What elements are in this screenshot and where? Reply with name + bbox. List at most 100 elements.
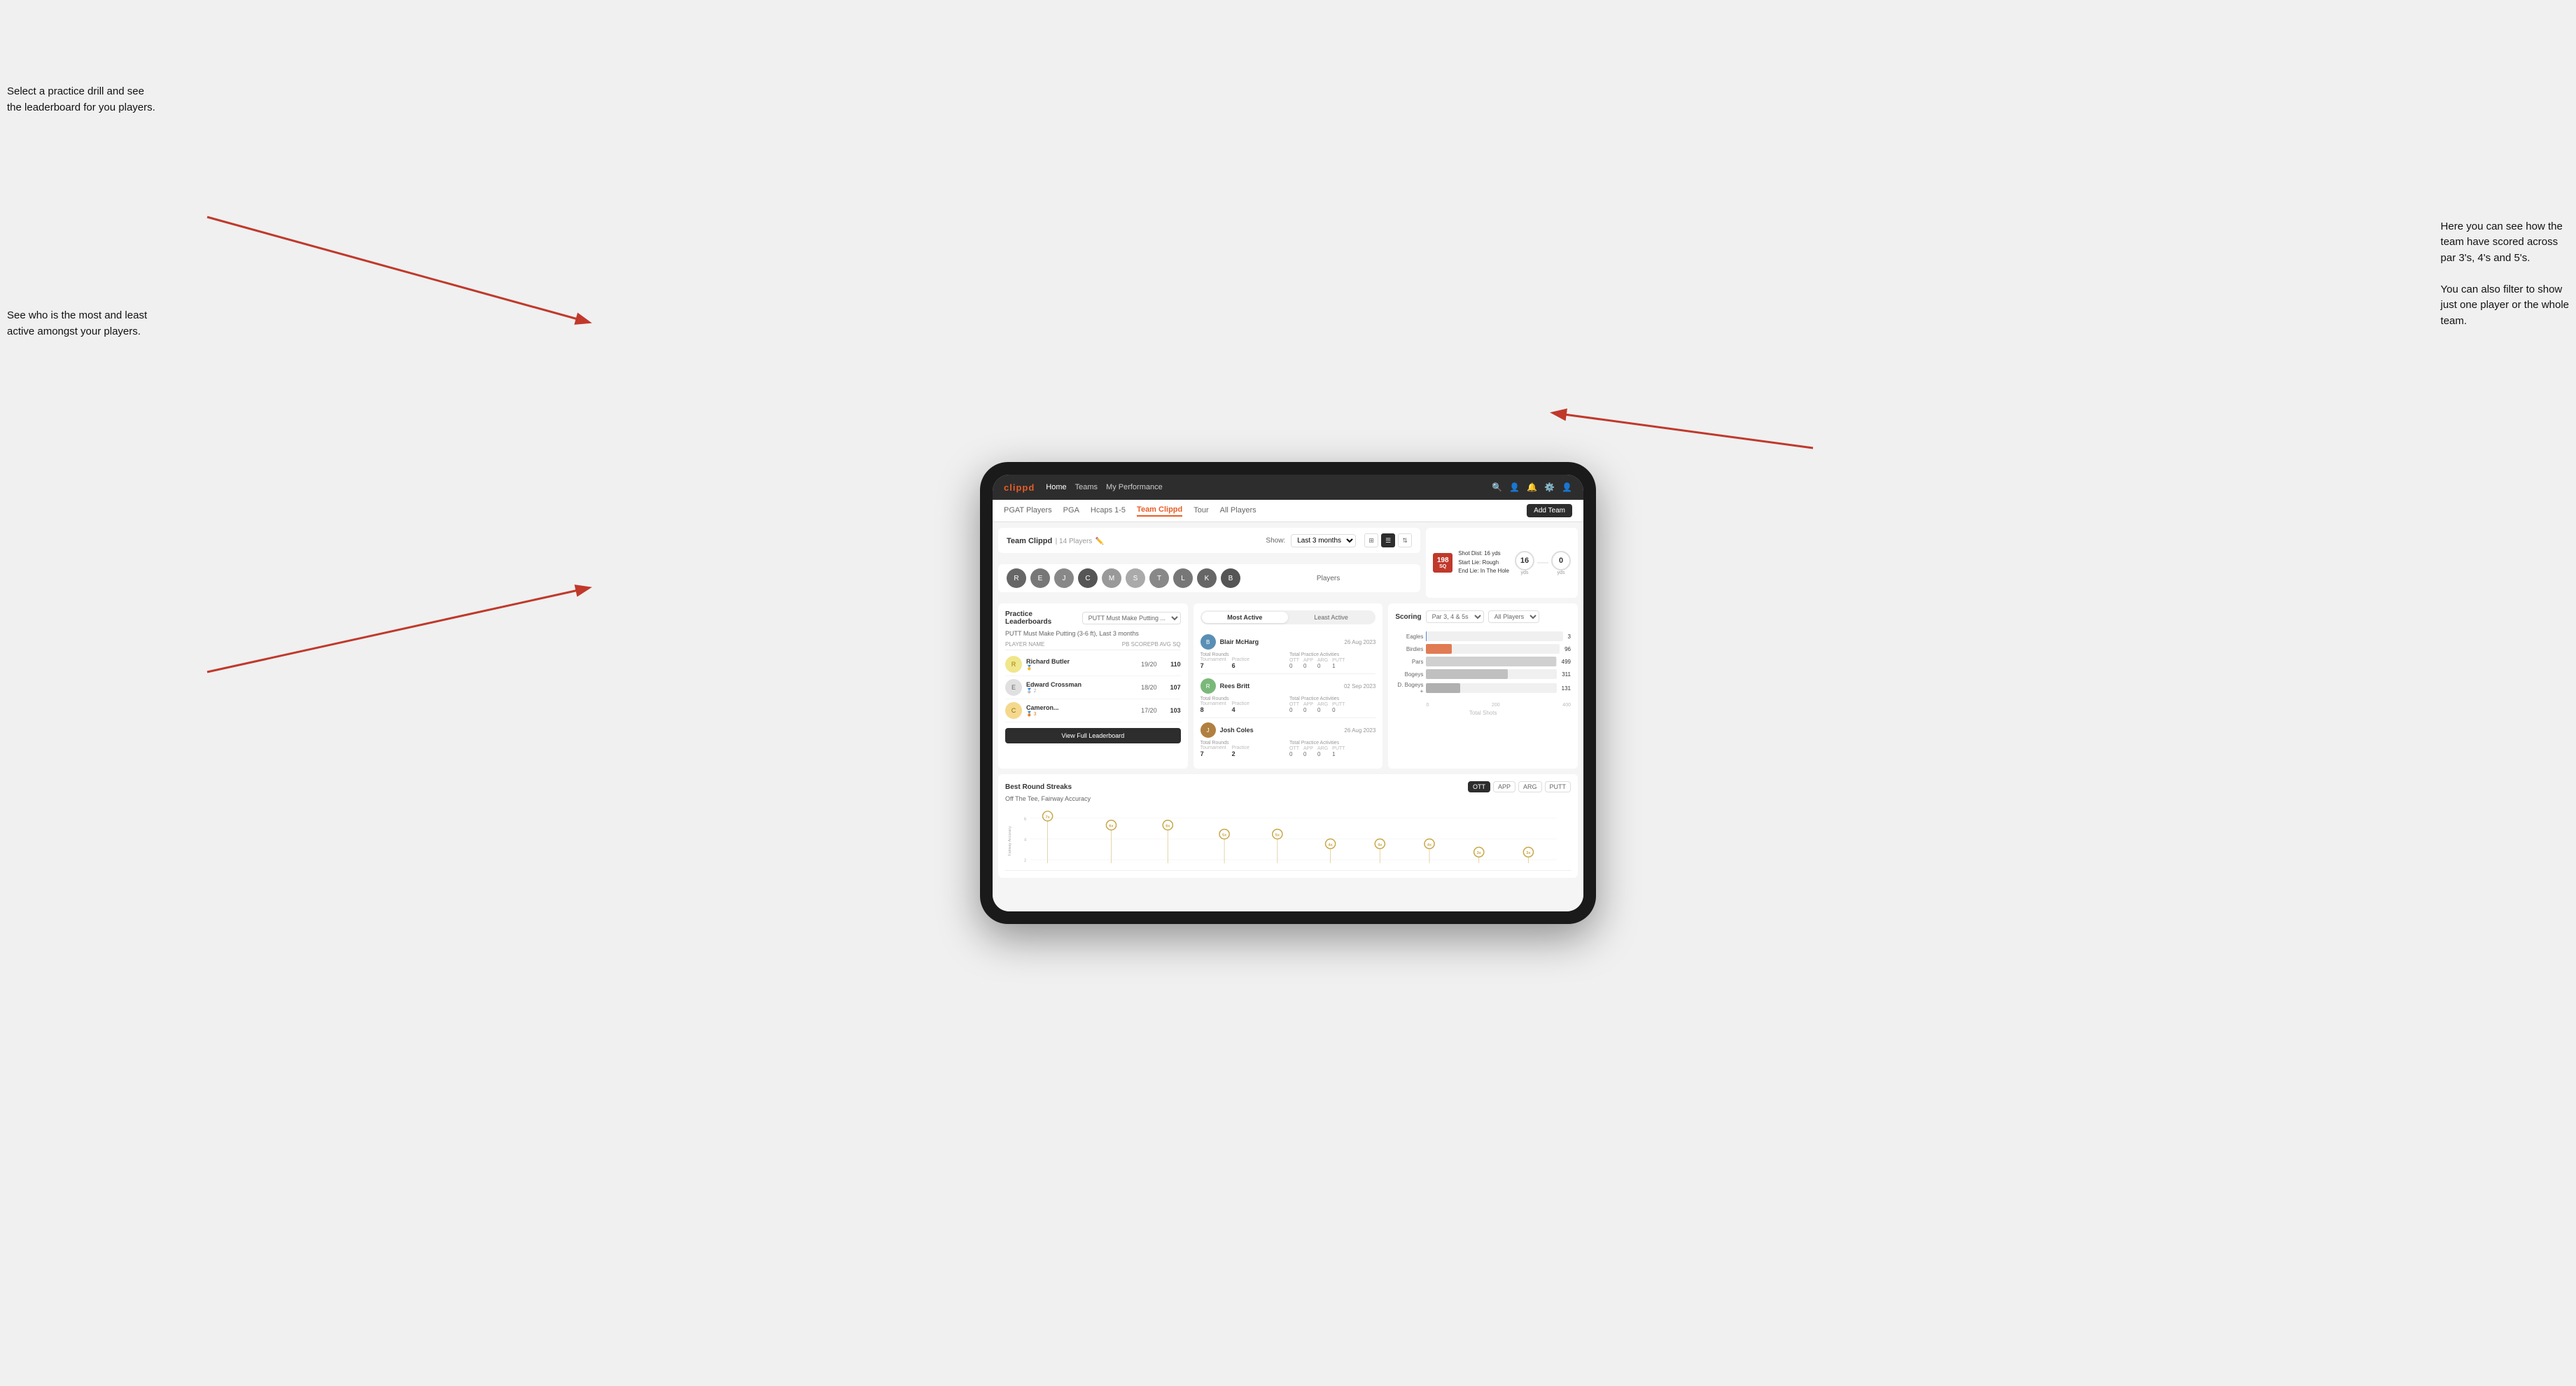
nav-bar: clippd Home Teams My Performance 🔍 👤 🔔 ⚙… xyxy=(993,475,1583,500)
scoring-par-filter[interactable]: Par 3, 4 & 5s Par 3s Par 4s Par 5s xyxy=(1426,610,1484,623)
activity-avatar-1: B xyxy=(1200,634,1216,650)
practice-leaderboard-panel: Practice Leaderboards PUTT Must Make Put… xyxy=(998,603,1188,769)
add-team-button[interactable]: Add Team xyxy=(1527,504,1572,517)
player-info-1: Richard Butler 🥇 xyxy=(1026,658,1137,671)
score-circle-1: 16 yds xyxy=(1515,551,1534,575)
bar-chart: Eagles 3 Birdies 96 xyxy=(1395,629,1571,700)
players-label: Players xyxy=(1317,575,1340,582)
list-view-btn[interactable]: ☰ xyxy=(1381,533,1395,547)
svg-text:5x: 5x xyxy=(1222,834,1227,838)
streak-chart: 6 4 2 7x xyxy=(1005,808,1571,871)
user-icon[interactable]: 👤 xyxy=(1509,482,1520,492)
tab-tour[interactable]: Tour xyxy=(1194,506,1208,516)
activity-stats-3: Total Rounds Tournament 7 Practice 2 xyxy=(1200,741,1376,757)
activity-avatar-2: R xyxy=(1200,678,1216,694)
annotation-right: Here you can see how the team have score… xyxy=(2441,203,2569,329)
activity-name-1: Blair McHarg xyxy=(1220,638,1340,645)
scoring-header: Scoring Par 3, 4 & 5s Par 3s Par 4s Par … xyxy=(1395,610,1571,623)
player-avatar-2: E xyxy=(1005,679,1022,696)
show-select[interactable]: Last 3 months Last month Last 6 months L… xyxy=(1291,534,1356,547)
best-rounds-subtitle: Off The Tee, Fairway Accuracy xyxy=(1005,795,1571,802)
avatar-icon[interactable]: 👤 xyxy=(1562,482,1572,492)
tab-team-clippd[interactable]: Team Clippd xyxy=(1137,505,1182,517)
bell-icon[interactable]: 🔔 xyxy=(1527,482,1537,492)
tab-bar: PGAT Players PGA Hcaps 1-5 Team Clippd T… xyxy=(993,500,1583,522)
tab-pgat[interactable]: PGAT Players xyxy=(1004,506,1052,516)
avatar-3: J xyxy=(1054,568,1074,588)
bottom-header: Best Round Streaks OTT APP ARG PUTT xyxy=(1005,781,1571,792)
settings-icon[interactable]: ⚙️ xyxy=(1544,482,1555,492)
chart-axis: 0 200 400 xyxy=(1395,703,1571,708)
tab-hcaps[interactable]: Hcaps 1-5 xyxy=(1091,506,1126,516)
avatar-2: E xyxy=(1030,568,1050,588)
nav-links: Home Teams My Performance xyxy=(1046,483,1162,491)
tab-all-players[interactable]: All Players xyxy=(1220,506,1256,516)
panel-header: Practice Leaderboards PUTT Must Make Put… xyxy=(1005,610,1181,626)
least-active-toggle[interactable]: Least Active xyxy=(1288,612,1374,623)
bar-pars: Pars 499 xyxy=(1395,657,1571,666)
avatar-10: B xyxy=(1221,568,1240,588)
player-info-3: Cameron... 🥉 3 xyxy=(1026,704,1137,717)
svg-text:3x: 3x xyxy=(1526,851,1531,855)
player-avatar-3: C xyxy=(1005,702,1022,719)
view-leaderboard-button[interactable]: View Full Leaderboard xyxy=(1005,728,1181,743)
filter-ott[interactable]: OTT xyxy=(1468,781,1490,792)
score-info: Shot Dist: 16 yds Start Lie: Rough End L… xyxy=(1458,550,1509,576)
svg-text:6x: 6x xyxy=(1109,825,1114,829)
score-red-box: 198 SQ xyxy=(1433,553,1452,573)
main-content: Team Clippd | 14 Players ✏️ Show: Last 3… xyxy=(993,522,1583,911)
avatar-7: T xyxy=(1149,568,1169,588)
svg-text:6: 6 xyxy=(1024,818,1027,822)
svg-text:7x: 7x xyxy=(1046,816,1051,820)
leaderboard-title: Practice Leaderboards xyxy=(1005,610,1078,626)
svg-text:2: 2 xyxy=(1024,859,1027,863)
bar-dbogeys: D. Bogeys + 131 xyxy=(1395,682,1571,694)
nav-icons: 🔍 👤 🔔 ⚙️ 👤 xyxy=(1492,482,1572,492)
svg-text:4: 4 xyxy=(1024,839,1027,843)
tab-pga[interactable]: PGA xyxy=(1063,506,1079,516)
nav-performance[interactable]: My Performance xyxy=(1106,483,1163,491)
most-active-toggle[interactable]: Most Active xyxy=(1202,612,1288,623)
avatar-9: K xyxy=(1197,568,1217,588)
avatar-8: L xyxy=(1173,568,1193,588)
activity-player-1: B Blair McHarg 26 Aug 2023 Total Rounds … xyxy=(1200,630,1376,674)
activity-player-2-header: R Rees Britt 02 Sep 2023 xyxy=(1200,678,1376,694)
filter-putt[interactable]: PUTT xyxy=(1545,781,1572,792)
nav-teams[interactable]: Teams xyxy=(1075,483,1098,491)
scoring-title: Scoring xyxy=(1395,613,1421,621)
scoring-player-filter[interactable]: All Players xyxy=(1488,610,1539,623)
leaderboard-header: PLAYER NAME PB SCORE PB AVG SQ xyxy=(1005,641,1181,650)
tablet-screen: clippd Home Teams My Performance 🔍 👤 🔔 ⚙… xyxy=(993,475,1583,911)
show-label: Show: xyxy=(1266,537,1285,545)
leaderboard-dropdown[interactable]: PUTT Must Make Putting ... xyxy=(1082,612,1181,624)
leaderboard-subtitle: PUTT Must Make Putting (3-6 ft), Last 3 … xyxy=(1005,630,1181,637)
avatar-6: S xyxy=(1126,568,1145,588)
filter-app[interactable]: APP xyxy=(1493,781,1516,792)
players-row: R E J C M S T L K B Players xyxy=(998,564,1420,592)
activity-toggle: Most Active Least Active xyxy=(1200,610,1376,624)
team-count: | 14 Players xyxy=(1056,538,1093,545)
score-circle-2: 0 yds xyxy=(1551,551,1571,575)
bar-bogeys: Bogeys 311 xyxy=(1395,669,1571,679)
grid-view-btn[interactable]: ⊞ xyxy=(1364,533,1378,547)
nav-logo: clippd xyxy=(1004,482,1035,493)
search-icon[interactable]: 🔍 xyxy=(1492,482,1502,492)
svg-text:3x: 3x xyxy=(1477,851,1482,855)
activity-avatar-3: J xyxy=(1200,722,1216,738)
leaderboard-row-1: R Richard Butler 🥇 19/20 110 xyxy=(1005,653,1181,676)
svg-text:5x: 5x xyxy=(1275,834,1280,838)
avatar-5: M xyxy=(1102,568,1121,588)
filter-arg[interactable]: ARG xyxy=(1518,781,1542,792)
activity-stats-2: Total Rounds Tournament 8 Practice 4 xyxy=(1200,696,1376,713)
activity-name-3: Josh Coles xyxy=(1220,727,1340,734)
svg-text:Fairway Accuracy: Fairway Accuracy xyxy=(1008,826,1012,856)
nav-home[interactable]: Home xyxy=(1046,483,1066,491)
sort-view-btn[interactable]: ⇅ xyxy=(1398,533,1412,547)
best-rounds-title: Best Round Streaks xyxy=(1005,783,1072,791)
top-row: Team Clippd | 14 Players ✏️ Show: Last 3… xyxy=(998,528,1578,598)
activity-player-2: R Rees Britt 02 Sep 2023 Total Rounds To… xyxy=(1200,674,1376,718)
activity-player-3-header: J Josh Coles 26 Aug 2023 xyxy=(1200,722,1376,738)
bar-birdies: Birdies 96 xyxy=(1395,644,1571,654)
edit-icon[interactable]: ✏️ xyxy=(1096,538,1104,545)
svg-text:4x: 4x xyxy=(1329,843,1334,847)
